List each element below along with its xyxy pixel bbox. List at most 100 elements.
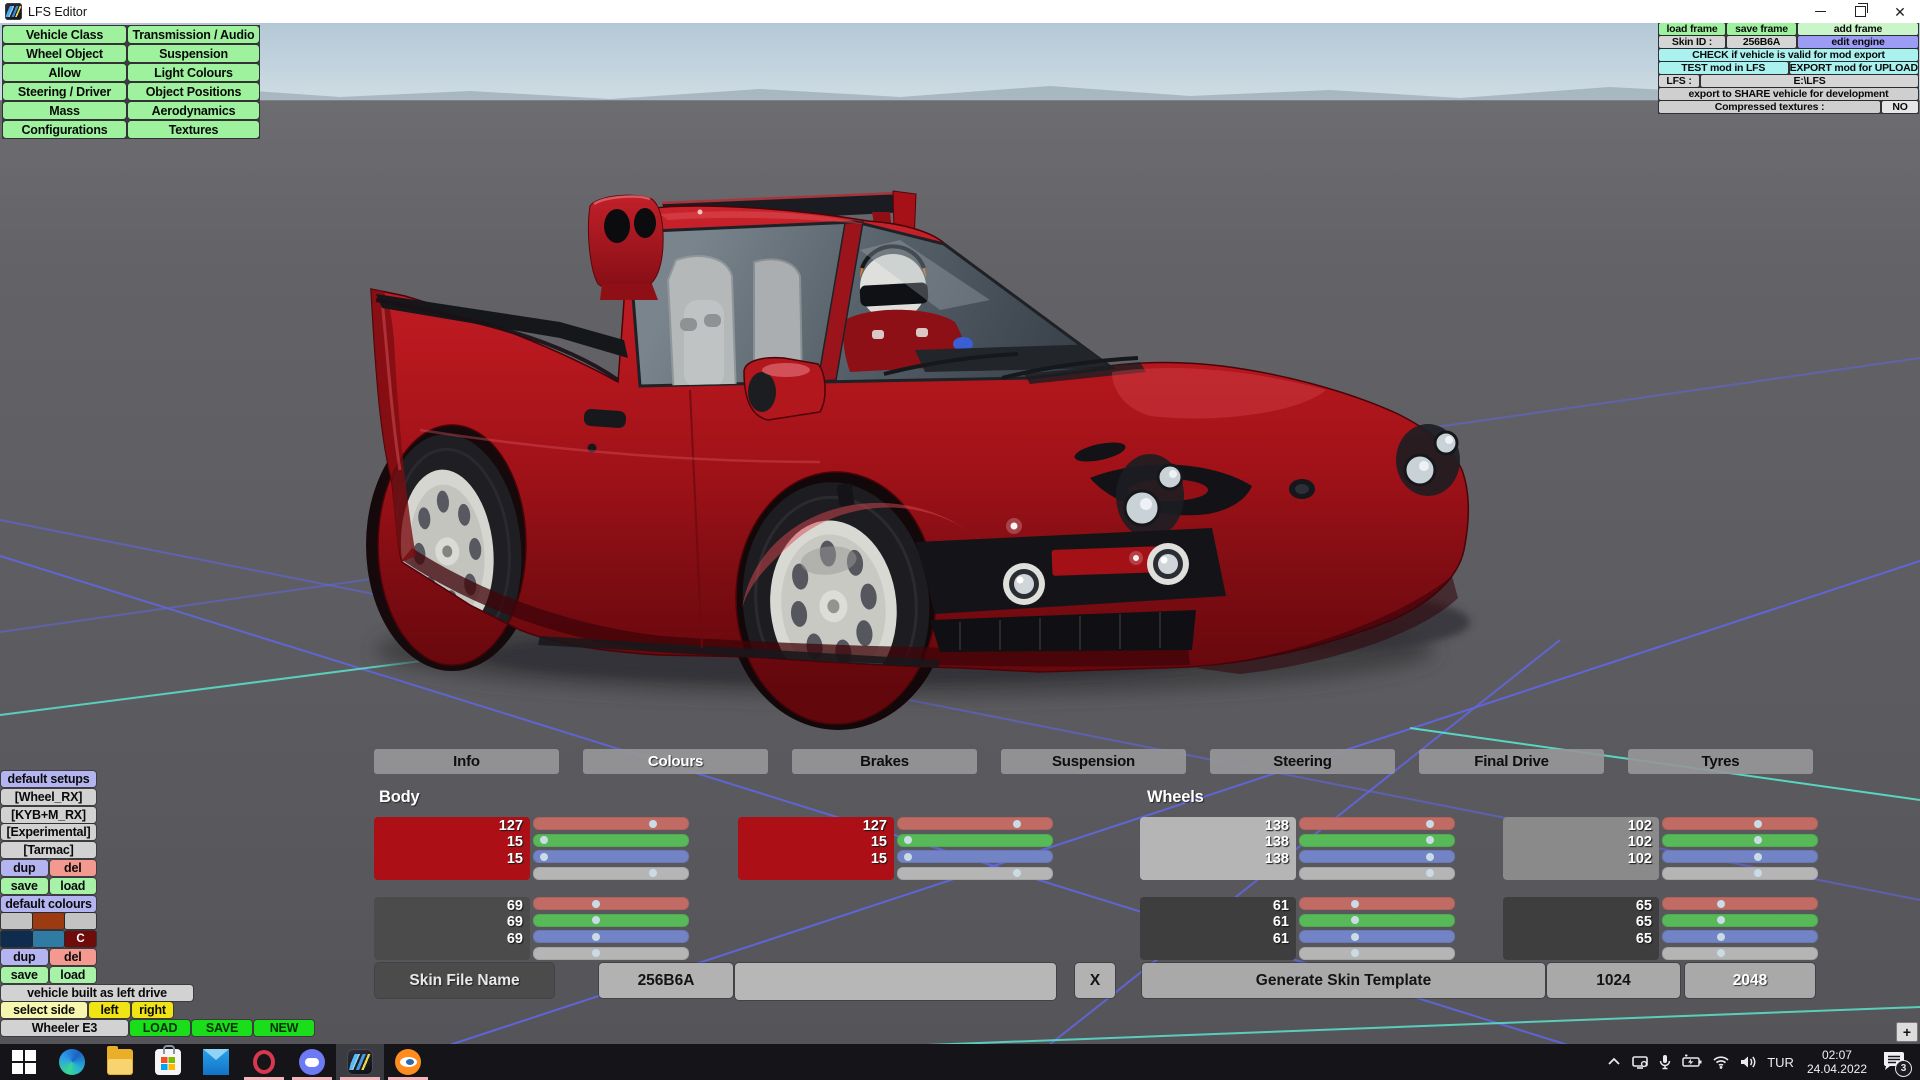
blue-channel-slider[interactable] bbox=[1299, 930, 1455, 943]
blue-channel-slider[interactable] bbox=[1662, 850, 1818, 863]
add-frame-button[interactable]: add frame bbox=[1798, 23, 1918, 35]
tab-final-drive[interactable]: Final Drive bbox=[1419, 749, 1604, 774]
taskbar-app-edge[interactable] bbox=[48, 1044, 96, 1080]
green-channel-slider[interactable] bbox=[1299, 834, 1455, 847]
tab-suspension[interactable]: Suspension bbox=[1001, 749, 1186, 774]
load-frame-button[interactable]: load frame bbox=[1659, 23, 1725, 35]
vehicle-load-button[interactable]: LOAD bbox=[130, 1020, 190, 1036]
generate-skin-template-button[interactable]: Generate Skin Template bbox=[1142, 963, 1545, 998]
red-channel-slider[interactable] bbox=[1299, 817, 1455, 830]
red-channel-slider[interactable] bbox=[1662, 897, 1818, 910]
brightness-slider[interactable] bbox=[1299, 867, 1455, 880]
skin-clear-button[interactable]: X bbox=[1075, 963, 1115, 998]
microphone-icon[interactable] bbox=[1658, 1054, 1672, 1070]
language-indicator[interactable]: TUR bbox=[1767, 1055, 1794, 1070]
menu-steering-driver[interactable]: Steering / Driver bbox=[3, 83, 126, 100]
test-mod-button[interactable]: TEST mod in LFS bbox=[1659, 62, 1788, 74]
brightness-slider[interactable] bbox=[897, 867, 1053, 880]
setup-save-button[interactable]: save bbox=[1, 878, 48, 894]
vehicle-save-button[interactable]: SAVE bbox=[192, 1020, 252, 1036]
wifi-icon[interactable] bbox=[1712, 1054, 1730, 1070]
setup-file-experimental[interactable]: [Experimental] bbox=[1, 824, 96, 840]
red-channel-slider[interactable] bbox=[1299, 897, 1455, 910]
resolution-1024-button[interactable]: 1024 bbox=[1547, 963, 1680, 998]
taskbar-app-opera-gx[interactable] bbox=[240, 1044, 288, 1080]
colour-del-button[interactable]: del bbox=[50, 949, 97, 965]
built-left-drive-label[interactable]: vehicle built as left drive bbox=[1, 985, 193, 1001]
menu-suspension[interactable]: Suspension bbox=[128, 45, 259, 62]
preset-swatch-2[interactable] bbox=[33, 913, 64, 929]
resolution-2048-button[interactable]: 2048 bbox=[1685, 963, 1815, 998]
menu-configurations[interactable]: Configurations bbox=[3, 121, 126, 138]
minimize-button[interactable] bbox=[1800, 0, 1840, 23]
green-channel-slider[interactable] bbox=[1662, 834, 1818, 847]
brightness-slider[interactable] bbox=[1662, 867, 1818, 880]
save-frame-button[interactable]: save frame bbox=[1727, 23, 1796, 35]
close-button[interactable]: ✕ bbox=[1880, 0, 1920, 23]
preset-swatch-4[interactable] bbox=[1, 931, 32, 947]
menu-allow[interactable]: Allow bbox=[3, 64, 126, 81]
preset-swatch-6[interactable]: C bbox=[65, 931, 96, 947]
check-valid-button[interactable]: CHECK if vehicle is valid for mod export bbox=[1659, 49, 1918, 61]
cast-icon[interactable] bbox=[1631, 1054, 1649, 1070]
menu-vehicle-class[interactable]: Vehicle Class bbox=[3, 26, 126, 43]
default-setups-button[interactable]: default setups bbox=[1, 771, 96, 787]
colour-save-button[interactable]: save bbox=[1, 967, 48, 983]
taskbar-app-lfs-editor[interactable] bbox=[336, 1044, 384, 1080]
green-channel-slider[interactable] bbox=[897, 834, 1053, 847]
green-channel-slider[interactable] bbox=[1299, 914, 1455, 927]
notification-center-icon[interactable]: 3 bbox=[1880, 1049, 1910, 1075]
red-channel-slider[interactable] bbox=[533, 897, 689, 910]
menu-light-colours[interactable]: Light Colours bbox=[128, 64, 259, 81]
taskbar-app-discord[interactable] bbox=[288, 1044, 336, 1080]
restore-button[interactable] bbox=[1840, 0, 1880, 23]
edit-engine-button[interactable]: edit engine bbox=[1798, 36, 1918, 48]
setup-load-button[interactable]: load bbox=[50, 878, 97, 894]
side-right-button[interactable]: right bbox=[132, 1002, 173, 1018]
red-channel-slider[interactable] bbox=[1662, 817, 1818, 830]
green-channel-slider[interactable] bbox=[533, 914, 689, 927]
menu-wheel-object[interactable]: Wheel Object bbox=[3, 45, 126, 62]
brightness-slider[interactable] bbox=[1299, 947, 1455, 960]
brightness-slider[interactable] bbox=[1662, 947, 1818, 960]
taskbar-clock[interactable]: 02:07 24.04.2022 bbox=[1807, 1048, 1867, 1076]
blue-channel-slider[interactable] bbox=[1662, 930, 1818, 943]
colour-swatch-wheels-colour-4[interactable]: 656565 bbox=[1503, 897, 1659, 960]
blue-channel-slider[interactable] bbox=[897, 850, 1053, 863]
colour-swatch-body-colour-3[interactable]: 696969 bbox=[374, 897, 530, 960]
brightness-slider[interactable] bbox=[533, 947, 689, 960]
share-vehicle-button[interactable]: export to SHARE vehicle for development bbox=[1659, 88, 1918, 100]
colour-swatch-body-colour-1[interactable]: 1271515 bbox=[374, 817, 530, 880]
tab-info[interactable]: Info bbox=[374, 749, 559, 774]
menu-object-positions[interactable]: Object Positions bbox=[128, 83, 259, 100]
chevron-up-icon[interactable] bbox=[1606, 1054, 1622, 1070]
tab-brakes[interactable]: Brakes bbox=[792, 749, 977, 774]
vehicle-new-button[interactable]: NEW bbox=[254, 1020, 314, 1036]
colour-dup-button[interactable]: dup bbox=[1, 949, 48, 965]
start-button[interactable] bbox=[0, 1044, 48, 1080]
colour-load-button[interactable]: load bbox=[50, 967, 97, 983]
green-channel-slider[interactable] bbox=[1662, 914, 1818, 927]
taskbar-app-blender[interactable] bbox=[384, 1044, 432, 1080]
preset-swatch-5[interactable] bbox=[33, 931, 64, 947]
green-channel-slider[interactable] bbox=[533, 834, 689, 847]
blue-channel-slider[interactable] bbox=[533, 930, 689, 943]
blue-channel-slider[interactable] bbox=[1299, 850, 1455, 863]
skin-id-value[interactable]: 256B6A bbox=[1727, 36, 1796, 48]
compressed-textures-toggle[interactable]: NO bbox=[1882, 101, 1918, 113]
export-mod-button[interactable]: EXPORT mod for UPLOAD bbox=[1790, 62, 1919, 74]
taskbar-app-mail[interactable] bbox=[192, 1044, 240, 1080]
blue-channel-slider[interactable] bbox=[533, 850, 689, 863]
skin-file-name-value[interactable]: 256B6A bbox=[599, 963, 733, 998]
lfs-path-value[interactable]: E:\LFS bbox=[1701, 75, 1918, 87]
menu-transmission-audio[interactable]: Transmission / Audio bbox=[128, 26, 259, 43]
skin-filename-input[interactable] bbox=[735, 963, 1056, 1000]
side-left-button[interactable]: left bbox=[89, 1002, 130, 1018]
taskbar-app-microsoft-store[interactable] bbox=[144, 1044, 192, 1080]
colour-swatch-wheels-colour-2[interactable]: 102102102 bbox=[1503, 817, 1659, 880]
brightness-slider[interactable] bbox=[533, 867, 689, 880]
setup-file-wheel-rx[interactable]: [Wheel_RX] bbox=[1, 789, 96, 805]
colour-swatch-wheels-colour-1[interactable]: 138138138 bbox=[1140, 817, 1296, 880]
setup-file-tarmac[interactable]: [Tarmac] bbox=[1, 842, 96, 858]
setup-file-kyb-m-rx[interactable]: [KYB+M_RX] bbox=[1, 807, 96, 823]
